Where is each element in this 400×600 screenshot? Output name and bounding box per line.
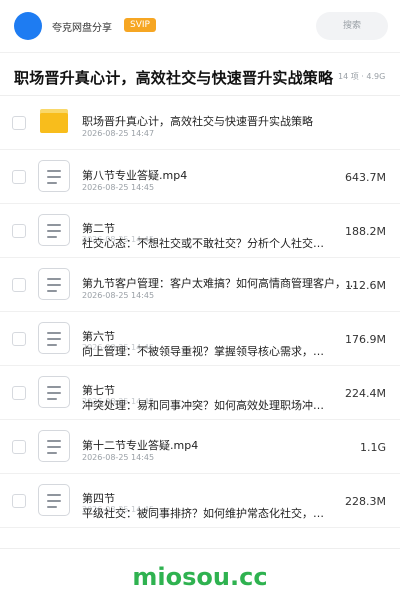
item-subtitle: 冲突处理：易和同事冲突？如何高效处理职场冲… bbox=[82, 399, 324, 412]
svip-badge: SVIP bbox=[124, 18, 156, 32]
item-size: 112.6M bbox=[345, 279, 386, 292]
item-size: 1.1G bbox=[359, 441, 386, 454]
item-size: 228.3M bbox=[345, 495, 386, 508]
item-date: 2026-08-25 14:45 bbox=[82, 453, 155, 462]
select-checkbox[interactable] bbox=[12, 116, 26, 130]
select-checkbox[interactable] bbox=[12, 332, 26, 346]
document-icon bbox=[38, 214, 70, 246]
item-name: 职场晋升真心计，高效社交与快速晋升实战策略 bbox=[82, 115, 313, 128]
list-item[interactable]: 第六节 2026-08-25 14:45 向上管理：不被领导重视？掌握领导核心需… bbox=[0, 312, 400, 366]
list-item[interactable]: 职场晋升真心计，高效社交与快速晋升实战策略 2026-08-25 14:47 bbox=[0, 96, 400, 150]
item-subtitle: 社交心态：不想社交或不敢社交？分析个人社交… bbox=[82, 237, 324, 250]
item-name: 第十二节专业答疑.mp4 bbox=[82, 439, 199, 452]
item-name: 第七节 bbox=[82, 384, 115, 397]
item-name: 第四节 bbox=[82, 492, 115, 505]
folder-icon bbox=[40, 109, 68, 133]
select-checkbox[interactable] bbox=[12, 170, 26, 184]
list-item[interactable]: 第十二节专业答疑.mp4 2026-08-25 14:45 1.1G bbox=[0, 420, 400, 474]
document-icon bbox=[38, 160, 70, 192]
document-icon bbox=[38, 268, 70, 300]
item-size: 188.2M bbox=[345, 225, 386, 238]
item-date: 2026-08-25 14:45 bbox=[82, 291, 155, 300]
folder-title-bar: 职场晋升真心计，高效社交与快速晋升实战策略 14 项 · 4.9G bbox=[0, 52, 400, 96]
item-size: 643.7M bbox=[345, 171, 386, 184]
avatar[interactable] bbox=[14, 12, 42, 40]
item-size: 176.9M bbox=[345, 333, 386, 346]
item-date: 2026-08-25 14:47 bbox=[82, 129, 155, 138]
select-checkbox[interactable] bbox=[12, 440, 26, 454]
list-item[interactable]: 第八节专业答疑.mp4 2026-08-25 14:45 643.7M bbox=[0, 150, 400, 204]
share-user-name: 夸克网盘分享 bbox=[52, 23, 112, 34]
search-input[interactable]: 搜索 bbox=[316, 12, 388, 40]
item-subtitle: 向上管理：不被领导重视？掌握领导核心需求，… bbox=[82, 345, 324, 358]
document-icon bbox=[38, 376, 70, 408]
item-name: 第八节专业答疑.mp4 bbox=[82, 169, 188, 182]
item-name: 第二节 bbox=[82, 222, 115, 235]
document-icon bbox=[38, 322, 70, 354]
item-size: 224.4M bbox=[345, 387, 386, 400]
item-name: 第六节 bbox=[82, 330, 115, 343]
select-checkbox[interactable] bbox=[12, 494, 26, 508]
folder-meta: 14 项 · 4.9G bbox=[338, 72, 386, 81]
document-icon bbox=[38, 484, 70, 516]
list-item[interactable]: 第七节 2026-08-25 14:45 冲突处理：易和同事冲突？如何高效处理职… bbox=[0, 366, 400, 420]
item-subtitle: 平级社交：被同事排挤？如何维护常态化社交，… bbox=[82, 507, 324, 520]
list-item[interactable]: 第九节客户管理：客户太难搞？如何高情商管理客户，和… 2026-08-25 14… bbox=[0, 258, 400, 312]
document-icon bbox=[38, 430, 70, 462]
list-item[interactable]: 第四节 2026-08-25 14:45 平级社交：被同事排挤？如何维护常态化社… bbox=[0, 474, 400, 528]
select-checkbox[interactable] bbox=[12, 278, 26, 292]
page-title: 职场晋升真心计，高效社交与快速晋升实战策略 bbox=[14, 69, 334, 87]
site-watermark: miosou.cc bbox=[132, 563, 268, 591]
top-header: 夸克网盘分享 SVIP 搜索 bbox=[0, 0, 400, 52]
select-checkbox[interactable] bbox=[12, 224, 26, 238]
item-date: 2026-08-25 14:45 bbox=[82, 183, 155, 192]
select-checkbox[interactable] bbox=[12, 386, 26, 400]
list-item[interactable]: 第二节 2026-08-25 14:45 社交心态：不想社交或不敢社交？分析个人… bbox=[0, 204, 400, 258]
item-name: 第九节客户管理：客户太难搞？如何高情商管理客户，和… bbox=[82, 277, 358, 290]
bottom-bar: miosou.cc bbox=[0, 548, 400, 600]
